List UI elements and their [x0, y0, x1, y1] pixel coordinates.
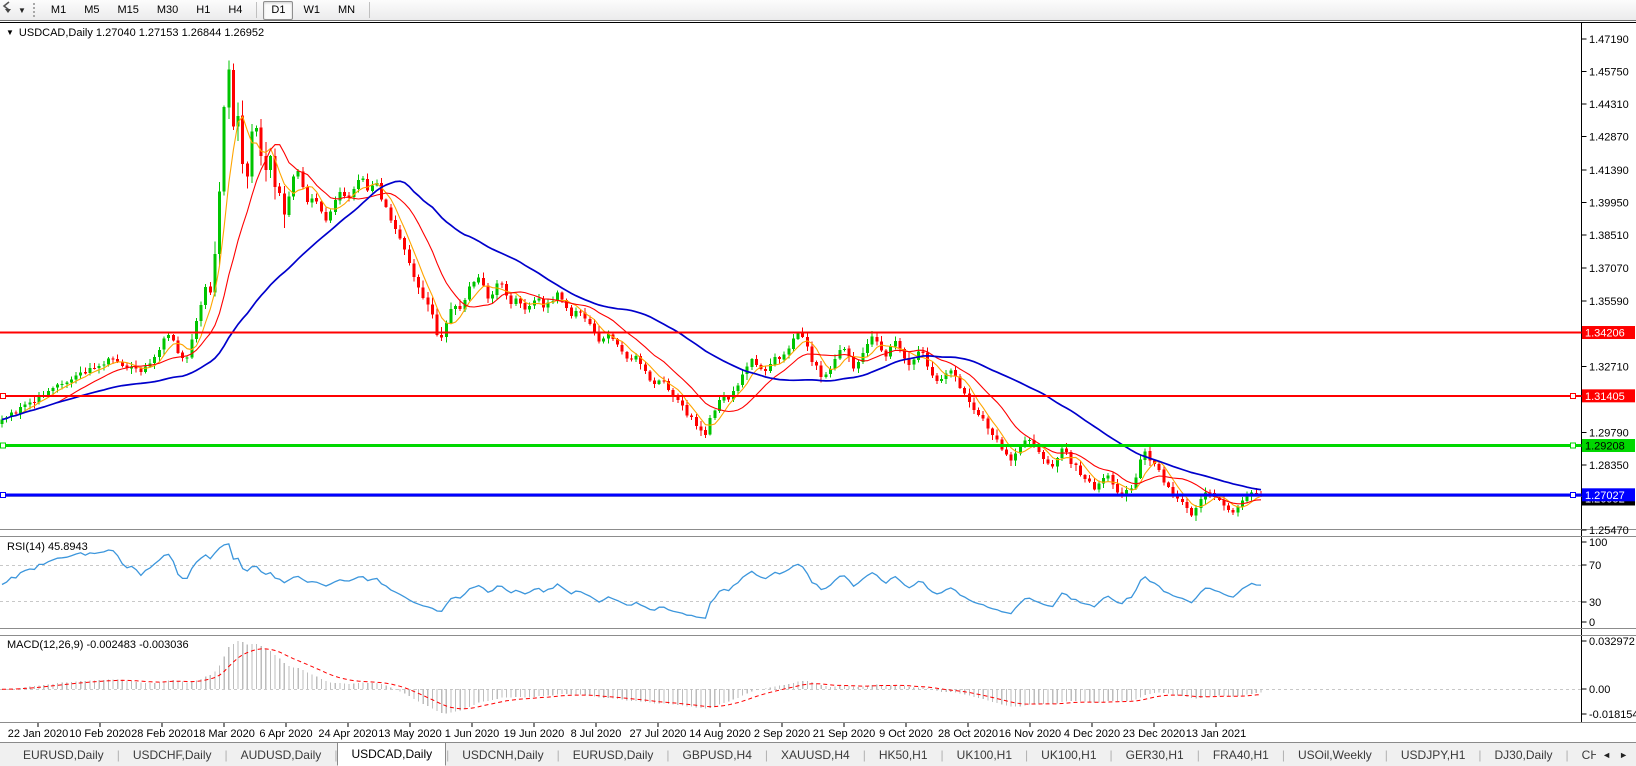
dropdown-caret-icon[interactable]: ▼: [18, 6, 26, 15]
hline-price-label: 1.34206: [1585, 328, 1625, 340]
date-axis-label: 16 Nov 2020: [999, 728, 1061, 740]
chart-tab-bar: EURUSD,Daily | USDCHF,Daily | AUDUSD,Daily | U…: [0, 742, 1636, 766]
chart-tab-uk100-h1[interactable]: UK100,H1: [944, 744, 1025, 766]
timeframe-buttons: M1 M5 M15 M30 H1 H4 D1 W1 MN: [42, 0, 375, 20]
rsi-scale-label: 30: [1589, 597, 1601, 609]
chart-tab-uk100-h1[interactable]: UK100,H1: [1028, 744, 1109, 766]
timeframe-button-m15[interactable]: M15: [109, 1, 146, 20]
chart-tab-fra40-h1[interactable]: FRA40,H1: [1200, 744, 1282, 766]
price-axis-label: 1.32710: [1589, 361, 1629, 373]
date-axis-label: 6 Apr 2020: [259, 728, 312, 740]
chart-tab-usdchf-daily[interactable]: USDCHF,Daily: [120, 744, 225, 766]
moving-average-lines: [1, 115, 1262, 508]
chart-tab-usoil-weekly[interactable]: USOil,Weekly: [1285, 744, 1385, 766]
date-axis-label: 27 Jul 2020: [630, 728, 687, 740]
chart-tab-eurusd-daily[interactable]: EURUSD,Daily: [10, 744, 117, 766]
date-axis-label: 14 Aug 2020: [689, 728, 751, 740]
chart-tab-dj30-daily[interactable]: DJ30,Daily: [1482, 744, 1566, 766]
date-axis-label: 23 Dec 2020: [1123, 728, 1185, 740]
timeframe-button-w1[interactable]: W1: [295, 1, 328, 20]
horizontal-price-lines[interactable]: [0, 331, 1582, 497]
date-axis-label: 22 Jan 2020: [8, 728, 69, 740]
macd-scale-label: 0.00: [1589, 684, 1610, 696]
toolbar-separator: [369, 2, 371, 18]
macd-indicator-label: MACD(12,26,9) -0.002483 -0.003036: [7, 639, 189, 651]
tabs-scroll-left-icon[interactable]: ◄: [1598, 748, 1615, 762]
date-axis-label: 28 Feb 2020: [131, 728, 193, 740]
date-axis-label: 4 Dec 2020: [1064, 728, 1120, 740]
date-axis: 22 Jan 2020 10 Feb 2020 28 Feb 2020 18 Mar …: [8, 723, 1247, 740]
timeframe-button-h4[interactable]: H4: [220, 1, 250, 20]
tabs-scroll-right-icon[interactable]: ►: [1615, 748, 1632, 762]
rsi-scale-label: 0: [1589, 617, 1595, 629]
macd-scale: 0.032972 0.00 -0.018154: [1581, 636, 1636, 721]
chart-tab-usdjpy-h1[interactable]: USDJPY,H1: [1388, 744, 1478, 766]
date-axis-label: 13 May 2020: [378, 728, 442, 740]
date-axis-label: 18 Mar 2020: [193, 728, 255, 740]
timeframe-button-h1[interactable]: H1: [188, 1, 218, 20]
hline-price-label: 1.31405: [1585, 391, 1625, 403]
price-axis-label: 1.39950: [1589, 198, 1629, 210]
date-axis-label: 10 Feb 2020: [69, 728, 131, 740]
chart-tab-xauusd-h4[interactable]: XAUUSD,H4: [768, 744, 863, 766]
date-axis-label: 28 Oct 2020: [938, 728, 998, 740]
chart-tab-ger30-h1[interactable]: GER30,H1: [1113, 744, 1197, 766]
hline-price-label: 1.27027: [1585, 490, 1625, 502]
date-axis-label: 2 Sep 2020: [754, 728, 810, 740]
timeframe-toolbar: ▼ M1 M5 M15 M30 H1 H4 D1 W1 MN: [0, 0, 1636, 21]
date-axis-label: 13 Jan 2021: [1186, 728, 1247, 740]
price-axis: 1.47190 1.45750 1.44310 1.42870 1.41390 1.399…: [0, 34, 1635, 537]
chart-tab-eurusd-daily[interactable]: EURUSD,Daily: [560, 744, 667, 766]
macd-scale-label: -0.018154: [1589, 709, 1636, 721]
date-axis-label: 8 Jul 2020: [571, 728, 622, 740]
rsi-scale-label: 100: [1589, 537, 1607, 549]
price-axis-label: 1.29790: [1589, 427, 1629, 439]
price-axis-label: 1.45750: [1589, 67, 1629, 79]
date-axis-label: 21 Sep 2020: [813, 728, 875, 740]
chart-tab-gbpusd-h4[interactable]: GBPUSD,H4: [670, 744, 765, 766]
date-axis-label: 1 Jun 2020: [445, 728, 499, 740]
timeframe-button-mn[interactable]: MN: [330, 1, 363, 20]
price-axis-label: 1.44310: [1589, 99, 1629, 111]
rsi-scale-label: 70: [1589, 560, 1601, 572]
price-axis-label: 1.28350: [1589, 460, 1629, 472]
chart-title: USDCAD,Daily 1.27040 1.27153 1.26844 1.2…: [18, 27, 265, 39]
date-axis-label: 9 Oct 2020: [879, 728, 933, 740]
macd-histogram: [1, 641, 1262, 714]
price-axis-label: 1.41390: [1589, 165, 1629, 177]
chart-canvas[interactable]: 1.47190 1.45750 1.44310 1.42870 1.41390 1.399…: [0, 0, 1636, 742]
toolbar-icon-group: ▼: [2, 1, 28, 17]
timeframe-button-m1[interactable]: M1: [43, 1, 74, 20]
timeframe-button-m30[interactable]: M30: [149, 1, 186, 20]
price-axis-label: 1.38510: [1589, 230, 1629, 242]
chart-tab-usdcad-daily[interactable]: USDCAD,Daily: [337, 743, 447, 766]
candlestick-series: [0, 60, 1263, 522]
rsi-scale: 100 70 30 0: [1581, 537, 1607, 629]
timeframe-button-d1[interactable]: D1: [263, 0, 294, 20]
price-axis-label: 1.42870: [1589, 132, 1629, 144]
price-axis-label: 1.25470: [1589, 525, 1629, 537]
chart-tab-hk50-h1[interactable]: HK50,H1: [866, 744, 941, 766]
rsi-line: [1, 543, 1262, 619]
macd-scale-label: 0.032972: [1589, 636, 1635, 648]
price-axis-label: 1.47190: [1589, 34, 1629, 46]
price-axis-label: 1.37070: [1589, 263, 1629, 275]
mt4-window: ▼ M1 M5 M15 M30 H1 H4 D1 W1 MN 1.47190 1.45750 1.4…: [0, 0, 1636, 766]
chart-tabs: EURUSD,Daily | USDCHF,Daily | AUDUSD,Daily | U…: [0, 743, 1606, 766]
chart-tab-usdcnh-daily[interactable]: USDCNH,Daily: [449, 744, 556, 766]
rsi-indicator-label: RSI(14) 45.8943: [7, 541, 88, 553]
hline-price-label: 1.29208: [1585, 441, 1625, 453]
toolbar-separator: [256, 2, 258, 18]
tab-scroll-arrows: ◄ ►: [1596, 743, 1634, 766]
timeframe-button-m5[interactable]: M5: [76, 1, 107, 20]
chart-header: ▼ USDCAD,Daily 1.27040 1.27153 1.26844 1.…: [6, 27, 264, 39]
price-axis-label: 1.35590: [1589, 296, 1629, 308]
date-axis-label: 24 Apr 2020: [318, 728, 377, 740]
date-axis-label: 19 Jun 2020: [504, 728, 565, 740]
chart-tool-icon[interactable]: [2, 1, 17, 17]
chart-tab-audusd-daily[interactable]: AUDUSD,Daily: [228, 744, 335, 766]
chart-collapse-icon[interactable]: ▼: [6, 28, 14, 37]
toolbar-grip[interactable]: [32, 3, 35, 17]
